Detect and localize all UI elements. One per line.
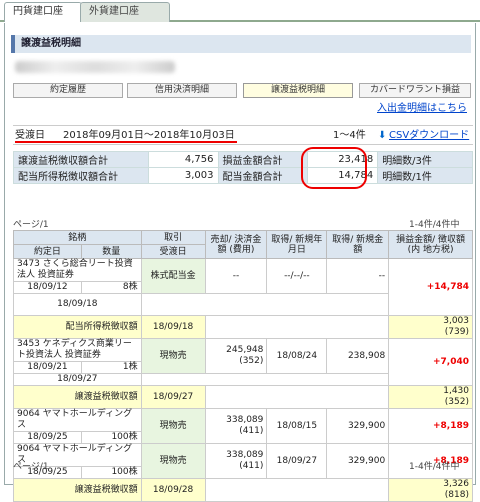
account-tabs: 円貨建口座 外貨建口座 (0, 0, 480, 22)
trade-type: 現物売 (140, 338, 206, 374)
header-settle-date: 受渡日 (140, 244, 206, 259)
acq-amount: 329,900 (326, 443, 390, 479)
summary-value: 3,003 (147, 167, 219, 184)
trade-type: 株式配当金 (140, 258, 206, 294)
tax-settle-date: 18/09/27 (140, 385, 206, 409)
header-trade-date: 約定日 (13, 244, 82, 259)
deposit-withdrawal-link[interactable]: 入出金明細はこちら (377, 99, 467, 114)
trade-date: 18/09/12 (13, 281, 82, 294)
stock-name: 3473 さくら総合リート投資法人 投資証券 (13, 258, 142, 282)
tab-foreign-account[interactable]: 外貨建口座 (80, 2, 170, 22)
tax-settle-date: 18/09/28 (140, 478, 206, 502)
tax-label: 配当所得税徴収額 (13, 315, 142, 339)
acq-amount: 329,900 (326, 408, 390, 444)
summary-count: 明細数/3件 (377, 151, 473, 168)
page-count: 1-4件/4件中 (409, 220, 460, 230)
trade-type: 現物売 (140, 408, 206, 444)
summary-label: 配当所得税徴収額合計 (13, 167, 149, 184)
table-row: 9064 ヤマトホールディングス 現物売 338,089 (411) 18/08/… (13, 408, 473, 444)
highlight-oval (301, 147, 367, 189)
tab-yen-account[interactable]: 円貨建口座 (4, 2, 82, 22)
nav-capital-gains-tax[interactable]: 譲渡益税明細 (243, 83, 353, 98)
profit-loss: +14,784 (388, 258, 473, 316)
sale-amount: -- (204, 258, 268, 294)
acq-date: 18/09/27 (266, 443, 328, 479)
acq-date: --/--/-- (266, 258, 328, 294)
page-count: 1-4件/4件中 (409, 462, 460, 472)
nav-trade-history[interactable]: 約定履歴 (13, 83, 123, 98)
tax-row: 配当所得税徴収額 18/09/18 3,003 (739) (13, 315, 473, 339)
sale-amount: 338,089 (411) (204, 443, 268, 479)
acq-amount: 238,908 (326, 338, 390, 374)
table-row: 9064 ヤマトホールディングス 現物売 338,089 (411) 18/09/… (13, 443, 473, 479)
header-acq-date: 取得/ 新規年月日 (266, 230, 328, 259)
tax-row: 譲渡益税徴収額 18/09/28 3,326 (818) (13, 478, 473, 502)
summary-count: 明細数/1件 (377, 167, 473, 184)
acq-amount: -- (326, 258, 390, 294)
sale-amount: 338,089 (411) (204, 408, 268, 444)
summary-label: 譲渡益税徴収額合計 (13, 151, 149, 168)
page-title: 譲渡益税明細 (11, 35, 471, 53)
header-sale-amount: 売却/ 決済金額 (費用) (204, 230, 268, 259)
header-stock: 銘柄 (13, 230, 142, 245)
table-row: 3453 ケネディクス商業リート投資法人 投資証券 現物売 245,948 (35… (13, 338, 473, 386)
trade-date: 18/09/21 (13, 361, 82, 374)
tax-amount: 3,003 (739) (388, 315, 473, 339)
tax-amount: 1,430 (352) (388, 385, 473, 409)
content-panel: 譲渡益税明細 約定履歴 信用決済明細 譲渡益税明細 カバードワラント損益 入出金… (4, 23, 476, 502)
download-icon[interactable]: ⬇ (378, 126, 386, 146)
page-indicator: ページ/1 (13, 462, 49, 472)
csv-download-link[interactable]: CSVダウンロード (389, 126, 469, 146)
quantity: 100株 (80, 466, 142, 479)
acq-date: 18/08/15 (266, 408, 328, 444)
header-trade: 取引 (140, 230, 206, 245)
summary-label: 配当金額合計 (217, 167, 309, 184)
summary-label: 損益金額合計 (217, 151, 309, 168)
summary-row: 配当所得税徴収額合計 3,003 配当金額合計 14,784 明細数/1件 (13, 167, 473, 184)
header-acq-amount: 取得/ 新規金額 (326, 230, 390, 259)
tax-settle-date: 18/09/18 (140, 315, 206, 339)
quantity: 8株 (80, 281, 142, 294)
quantity: 1株 (80, 361, 142, 374)
tax-label: 譲渡益税徴収額 (13, 478, 142, 502)
detail-table: 銘柄 取引 売却/ 決済金額 (費用) 取得/ 新規年月日 取得/ 新規金額 損… (13, 230, 473, 502)
redacted-account-info (15, 61, 175, 73)
summary-table: 譲渡益税徴収額合計 4,756 損益金額合計 23,418 明細数/3件 配当所… (13, 151, 473, 184)
table-row: 3473 さくら総合リート投資法人 投資証券 株式配当金 -- --/--/--… (13, 258, 473, 316)
tax-label: 譲渡益税徴収額 (13, 385, 142, 409)
quantity: 100株 (80, 431, 142, 444)
stock-name: 3453 ケネディクス商業リート投資法人 投資証券 (13, 338, 142, 362)
header-profit-loss: 損益金額/ 徴収額 (内 地方税) (388, 230, 473, 259)
trade-date: 18/09/25 (13, 431, 82, 444)
profit-loss: +7,040 (388, 338, 473, 386)
trade-type: 現物売 (140, 443, 206, 479)
page-indicator: ページ/1 (13, 220, 49, 230)
settle-date: 18/09/27 (13, 373, 142, 386)
period-underline (15, 141, 237, 143)
summary-row: 譲渡益税徴収額合計 4,756 損益金額合計 23,418 明細数/3件 (13, 151, 473, 168)
summary-value: 4,756 (147, 151, 219, 168)
tax-row: 譲渡益税徴収額 18/09/27 1,430 (352) (13, 385, 473, 409)
nav-margin-settlement[interactable]: 信用決済明細 (127, 83, 237, 98)
header-quantity: 数量 (80, 244, 142, 259)
sale-amount: 245,948 (352) (204, 338, 268, 374)
period-value: 2018年09月01日～2018年10月03日 (63, 130, 235, 141)
acq-date: 18/08/24 (266, 338, 328, 374)
settle-date: 18/09/18 (13, 293, 142, 316)
period-label: 受渡日 (15, 130, 45, 141)
profit-loss: +8,189 (388, 408, 473, 444)
result-count: 1～4件 (333, 130, 366, 141)
nav-covered-warrant[interactable]: カバードワラント損益 (359, 83, 471, 98)
tax-amount: 3,326 (818) (388, 478, 473, 502)
stock-name: 9064 ヤマトホールディングス (13, 408, 142, 432)
